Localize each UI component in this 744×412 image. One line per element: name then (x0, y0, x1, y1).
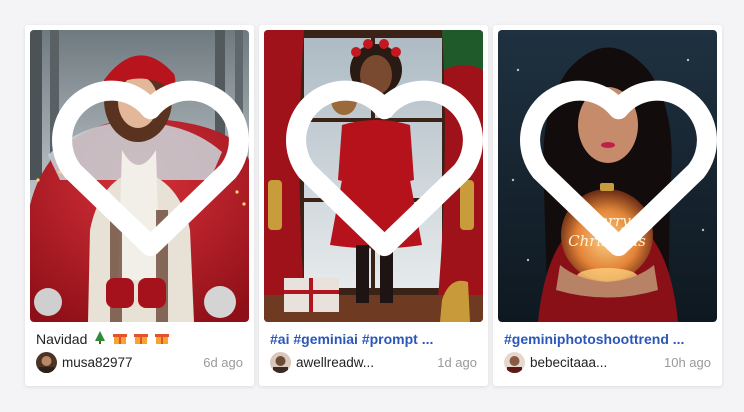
post-meta: awellreadw... 1d ago (270, 351, 477, 373)
like-count[interactable]: 235 (41, 30, 249, 310)
avatar[interactable] (270, 351, 291, 373)
post-time: 10h ago (664, 354, 711, 370)
post-meta: musa82977 6d ago (36, 351, 243, 373)
username[interactable]: awellreadw... (296, 355, 374, 370)
post-card[interactable]: 235 Navidad musa82977 6d ago (25, 25, 254, 386)
post-time: 6d ago (203, 354, 243, 370)
avatar[interactable] (36, 351, 57, 373)
avatar[interactable] (504, 351, 525, 373)
post-card[interactable]: Merry Christmas 12 #geminiphotoshoottren… (493, 25, 722, 386)
post-thumbnail[interactable]: 235 (30, 30, 249, 322)
gift-icon (113, 331, 128, 349)
gift-icon (154, 331, 169, 349)
like-count[interactable]: 12 (509, 30, 717, 310)
username[interactable]: bebecitaaa... (530, 355, 607, 370)
christmas-tree-icon (94, 331, 106, 349)
gift-icon (134, 331, 149, 349)
post-caption[interactable]: #geminiphotoshoottrend ... (504, 330, 711, 348)
username[interactable]: musa82977 (62, 355, 133, 370)
post-thumbnail[interactable]: 52 (264, 30, 483, 322)
heart-icon (286, 80, 483, 257)
heart-icon (520, 80, 717, 257)
post-caption[interactable]: Navidad (36, 330, 243, 349)
post-card[interactable]: 52 #ai #geminiai #prompt ... awellreadw.… (259, 25, 488, 386)
like-count[interactable]: 52 (275, 30, 483, 310)
heart-icon (52, 80, 249, 257)
post-meta: bebecitaaa... 10h ago (504, 351, 711, 373)
post-caption-text: Navidad (36, 331, 88, 347)
post-time: 1d ago (437, 354, 477, 370)
post-thumbnail[interactable]: Merry Christmas 12 (498, 30, 717, 322)
post-caption[interactable]: #ai #geminiai #prompt ... (270, 330, 477, 348)
